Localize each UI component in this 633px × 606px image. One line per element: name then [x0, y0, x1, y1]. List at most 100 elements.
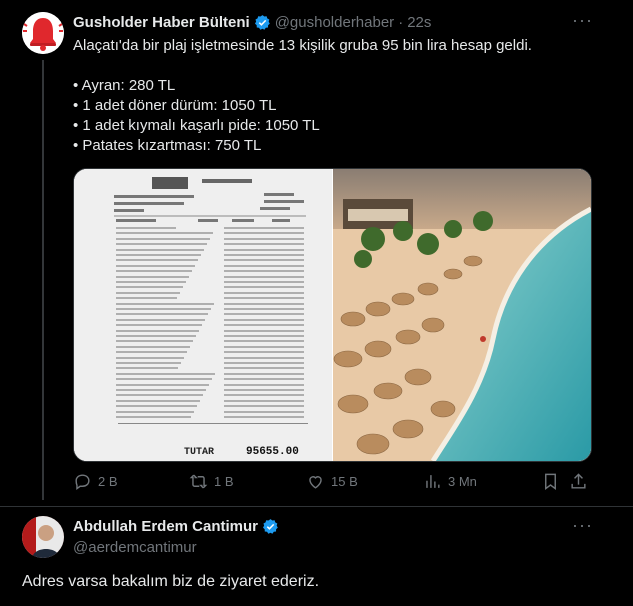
receipt-line: [224, 291, 304, 294]
receipt-line: [224, 286, 304, 289]
verified-badge-icon: [254, 15, 270, 30]
receipt-line: [116, 248, 204, 251]
tweet-time[interactable]: 22s: [407, 14, 431, 31]
tweet-header: Gusholder Haber Bülteni @gusholderhaber …: [73, 14, 431, 31]
bookmark-icon: [545, 473, 556, 491]
like-button[interactable]: 15 B: [306, 472, 358, 491]
receipt-line: [224, 335, 304, 337]
receipt-line: [224, 297, 304, 300]
receipt-line: [224, 243, 304, 246]
like-count: 15 B: [331, 474, 358, 489]
receipt-line: [116, 345, 190, 348]
person-avatar-icon: [22, 516, 64, 558]
receipt-line: [224, 254, 304, 256]
receipt-line: [116, 389, 206, 391]
receipt-line: [116, 254, 201, 256]
receipt-line: [224, 308, 304, 310]
receipt-line: [224, 232, 304, 235]
receipt-line: [116, 291, 180, 294]
receipt-line: [116, 232, 213, 235]
receipt-line: [224, 383, 304, 386]
receipt-line: [116, 335, 196, 337]
tweet-item: • 1 adet kıymalı kaşarlı pide: 1050 TL: [73, 117, 320, 134]
receipt-line: [224, 405, 304, 408]
reply-author-avatar[interactable]: [22, 516, 64, 558]
receipt-line: [116, 259, 198, 262]
more-dots-icon[interactable]: ···: [572, 515, 593, 536]
share-button[interactable]: [569, 472, 588, 491]
receipt-line: [224, 345, 304, 348]
receipt-line: [116, 270, 192, 273]
receipt-line: [116, 275, 189, 278]
receipt-line: [116, 313, 208, 316]
receipt-line: [224, 399, 304, 402]
receipt-line: [116, 416, 191, 418]
receipt-line: [224, 410, 304, 413]
receipt-line: [116, 237, 210, 240]
more-dots-icon[interactable]: ···: [572, 10, 593, 31]
reply-count: 2 B: [98, 474, 118, 489]
heart-icon: [309, 476, 322, 489]
receipt-line: [224, 367, 304, 370]
verified-badge-icon: [263, 519, 278, 534]
receipt-line: [224, 237, 304, 240]
receipt-line: [224, 394, 304, 397]
receipt-line: [116, 362, 181, 364]
tweet-media: TUTAR 95655.00: [73, 168, 592, 462]
author-handle[interactable]: @gusholderhaber: [275, 14, 394, 31]
reply-icon: [75, 474, 90, 491]
receipt-line: [116, 329, 199, 332]
receipt-line: [116, 405, 197, 408]
reply-author-handle[interactable]: @aerdemcantimur: [73, 539, 197, 556]
receipt-line: [116, 394, 203, 397]
receipt-photo[interactable]: TUTAR 95655.00: [74, 169, 332, 461]
receipt-line: [116, 286, 183, 289]
receipt-line: [224, 281, 304, 283]
retweet-icon: [189, 474, 208, 489]
receipt-total-value: 95655.00: [246, 446, 299, 458]
receipt-line: [224, 416, 304, 418]
receipt-line: [224, 275, 304, 278]
tweet-item: • Patates kızartması: 750 TL: [73, 137, 262, 154]
receipt-line: [116, 399, 200, 402]
receipt-line: [116, 367, 178, 370]
receipt-line: [116, 264, 195, 267]
author-avatar[interactable]: [22, 12, 64, 54]
receipt-line: [116, 410, 194, 413]
receipt-line: [116, 308, 211, 310]
receipt-line: [116, 297, 177, 300]
receipt-line: [224, 259, 304, 262]
reply-author-name[interactable]: Abdullah Erdem Cantimur: [73, 518, 258, 535]
views-button[interactable]: 3 Mn: [423, 472, 477, 491]
beach-photo[interactable]: [333, 169, 591, 461]
receipt-line: [116, 324, 202, 327]
receipt-line: [224, 270, 304, 273]
thread-line: [42, 60, 44, 500]
share-icon: [571, 473, 586, 489]
views-count: 3 Mn: [448, 474, 477, 489]
bell-logo-icon: [22, 12, 64, 54]
author-name[interactable]: Gusholder Haber Bülteni: [73, 14, 250, 31]
receipt-line: [224, 389, 304, 391]
receipt-line: [116, 351, 187, 354]
receipt-line: [224, 351, 304, 354]
receipt-line: [224, 324, 304, 327]
receipt-line: [224, 378, 304, 381]
receipt-line: [224, 227, 304, 229]
receipt-line: [116, 378, 212, 381]
retweet-count: 1 B: [214, 474, 234, 489]
receipt-line: [224, 329, 304, 332]
tweet-text-line1: Alaçatı'da bir plaj işletmesinde 13 kişi…: [73, 37, 532, 54]
views-bar-icon: [426, 475, 440, 488]
bookmark-button[interactable]: [541, 472, 560, 491]
receipt-line: [116, 281, 186, 283]
receipt-line: [224, 264, 304, 267]
separator-dot: ·: [398, 14, 404, 31]
receipt-line: [116, 340, 193, 343]
reply-button[interactable]: 2 B: [73, 472, 118, 491]
tweet-divider: [0, 506, 633, 507]
retweet-button[interactable]: 1 B: [189, 472, 234, 491]
receipt-line: [224, 248, 304, 251]
receipt-total-label: TUTAR: [184, 447, 215, 458]
tweet-item: • Ayran: 280 TL: [73, 77, 176, 94]
